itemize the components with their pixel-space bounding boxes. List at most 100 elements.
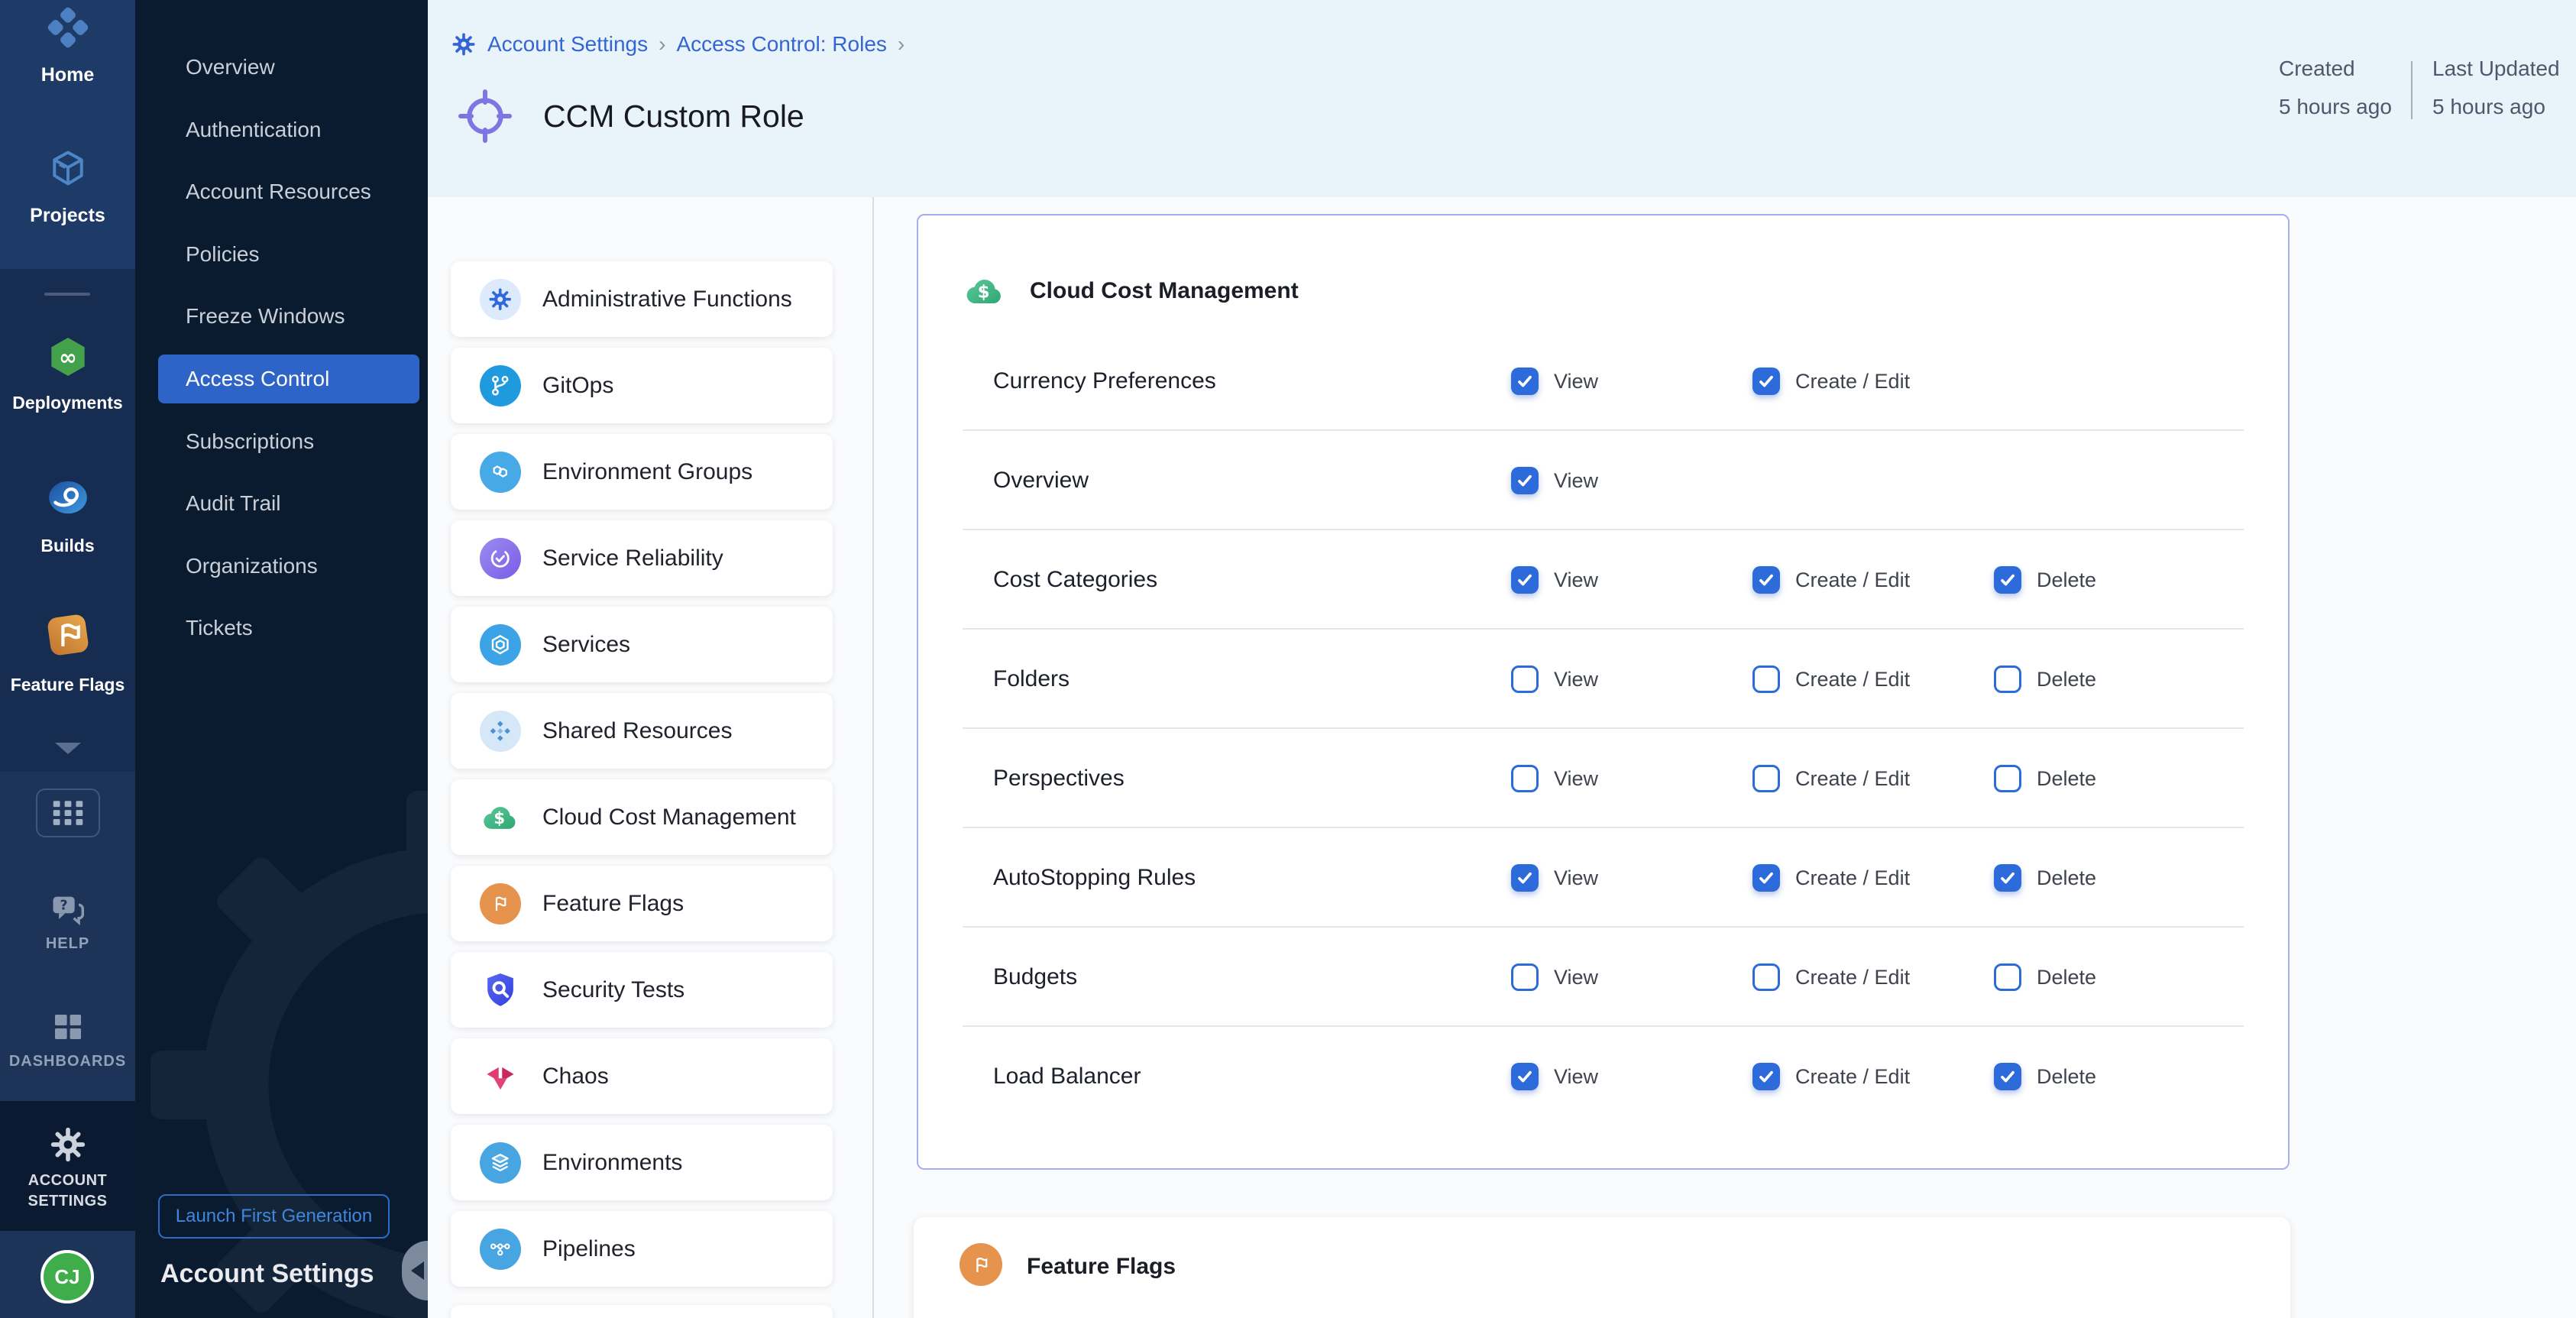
permission-row-label: Overview [993, 468, 1089, 494]
view-checkbox[interactable] [1511, 467, 1539, 494]
permission-create-edit: Create / Edit [1752, 566, 1910, 594]
module-card-feature-flags[interactable]: Feature Flags [451, 866, 833, 941]
view-checkbox[interactable] [1511, 1063, 1539, 1090]
rail-item-builds[interactable] [0, 474, 135, 525]
sidebar-item-tickets[interactable]: Tickets [158, 604, 419, 653]
create-edit-checkbox[interactable] [1752, 765, 1780, 792]
delete-checkbox[interactable] [1994, 566, 2021, 594]
module-card-partial [451, 1305, 833, 1318]
sidebar-item-subscriptions[interactable]: Subscriptions [158, 417, 419, 466]
view-checkbox[interactable] [1511, 963, 1539, 991]
pipelines-icon [480, 1229, 521, 1270]
permission-label: View [1554, 668, 1598, 691]
module-card-cloud-cost-management[interactable]: $ Cloud Cost Management [451, 779, 833, 855]
view-checkbox[interactable] [1511, 864, 1539, 892]
rail-item-help[interactable]: ? [0, 891, 135, 934]
module-card-label: Service Reliability [542, 546, 723, 572]
view-checkbox[interactable] [1511, 368, 1539, 395]
feature-flags-section: Feature Flags [914, 1217, 2290, 1318]
title-row: CCM Custom Role [455, 86, 804, 147]
permission-view: View [1511, 368, 1598, 395]
settings-sidebar: Overview Authentication Account Resources P… [135, 0, 428, 1318]
sidebar-item-freeze-windows[interactable]: Freeze Windows [158, 292, 419, 341]
sidebar-item-policies[interactable]: Policies [158, 230, 419, 279]
permission-delete: Delete [1994, 566, 2096, 594]
sidebar-item-access-control[interactable]: Access Control [158, 355, 419, 403]
module-card-services[interactable]: Services [451, 607, 833, 682]
user-avatar[interactable]: CJ [40, 1250, 94, 1303]
gear-outline-icon [48, 1125, 88, 1164]
module-card-label: Shared Resources [542, 718, 732, 744]
rail-item-deployments[interactable]: ∞ [0, 333, 135, 384]
rail-item-account-settings[interactable] [0, 1125, 135, 1168]
breadcrumb-link[interactable]: Access Control: Roles [676, 32, 886, 57]
svg-text:$: $ [494, 809, 505, 828]
module-card-shared-resources[interactable]: Shared Resources [451, 693, 833, 769]
delete-checkbox[interactable] [1994, 665, 2021, 693]
feature-flag-icon [960, 1243, 1002, 1286]
module-selector-button[interactable] [36, 789, 100, 837]
delete-checkbox[interactable] [1994, 1063, 2021, 1090]
view-checkbox[interactable] [1511, 765, 1539, 792]
create-edit-checkbox[interactable] [1752, 864, 1780, 892]
view-checkbox[interactable] [1511, 665, 1539, 693]
delete-checkbox[interactable] [1994, 963, 2021, 991]
create-edit-checkbox[interactable] [1752, 368, 1780, 395]
cloud-cost-icon: $ [963, 269, 1007, 313]
admin-gear-icon [480, 279, 521, 320]
chevron-down-icon[interactable] [55, 743, 81, 754]
module-card-gitops[interactable]: GitOps [451, 348, 833, 423]
module-card-environments[interactable]: Environments [451, 1125, 833, 1200]
permissions-panel: $ Cloud Cost Management Currency Prefere… [917, 214, 2290, 1170]
rail-item-home[interactable] [0, 5, 135, 54]
page-title: CCM Custom Role [543, 99, 804, 134]
module-card-environment-groups[interactable]: Environment Groups [451, 434, 833, 510]
permission-row-label: Cost Categories [993, 567, 1157, 593]
gitops-icon [480, 365, 521, 406]
sidebar-item-authentication[interactable]: Authentication [158, 105, 419, 154]
launch-first-generation-button[interactable]: Launch First Generation [158, 1194, 390, 1239]
help-chat-icon: ? [48, 891, 88, 931]
permission-delete: Delete [1994, 864, 2096, 892]
sidebar-collapse-button[interactable] [402, 1241, 428, 1300]
module-card-label: Cloud Cost Management [542, 805, 796, 831]
rail-item-feature-flags[interactable] [0, 610, 135, 664]
module-card-label: Administrative Functions [542, 287, 792, 312]
module-card-label: Environments [542, 1150, 682, 1176]
module-card-chaos[interactable]: Chaos [451, 1038, 833, 1114]
permission-label: Delete [2037, 668, 2096, 691]
sidebar-item-account-resources[interactable]: Account Resources [158, 167, 419, 216]
breadcrumb-link[interactable]: Account Settings [487, 32, 648, 57]
sidebar-item-audit-trail[interactable]: Audit Trail [158, 479, 419, 528]
permission-create-edit: Create / Edit [1752, 1063, 1910, 1090]
module-card-pipelines[interactable]: Pipelines [451, 1211, 833, 1287]
module-card-label: Pipelines [542, 1236, 636, 1262]
delete-checkbox[interactable] [1994, 765, 2021, 792]
permission-label: View [1554, 966, 1598, 989]
delete-checkbox[interactable] [1994, 864, 2021, 892]
module-card-service-reliability[interactable]: Service Reliability [451, 520, 833, 596]
permission-create-edit: Create / Edit [1752, 368, 1910, 395]
rail-item-projects[interactable] [0, 147, 135, 193]
create-edit-checkbox[interactable] [1752, 665, 1780, 693]
rail-item-label: HELP [0, 935, 135, 953]
sidebar-item-organizations[interactable]: Organizations [158, 542, 419, 591]
environments-icon [480, 1142, 521, 1184]
view-checkbox[interactable] [1511, 566, 1539, 594]
create-edit-checkbox[interactable] [1752, 1063, 1780, 1090]
sidebar-item-overview[interactable]: Overview [158, 43, 419, 92]
module-card-security-tests[interactable]: Security Tests [451, 952, 833, 1028]
permission-create-edit: Create / Edit [1752, 665, 1910, 693]
last-updated-label: Last Updated [2432, 57, 2560, 81]
permission-row-label: Perspectives [993, 766, 1125, 792]
last-updated-meta: Last Updated 5 hours ago [2432, 57, 2560, 119]
create-edit-checkbox[interactable] [1752, 963, 1780, 991]
sidebar-title: Account Settings [160, 1259, 374, 1289]
rail-item-dashboards[interactable] [0, 1009, 135, 1049]
rail-divider [44, 293, 90, 296]
create-edit-checkbox[interactable] [1752, 566, 1780, 594]
module-card-administrative-functions[interactable]: Administrative Functions [451, 261, 833, 337]
permission-row-cost-categories: Cost CategoriesViewCreate / EditDelete [918, 530, 2288, 630]
created-meta: Created 5 hours ago [2279, 57, 2392, 119]
meta-divider [2411, 61, 2413, 119]
